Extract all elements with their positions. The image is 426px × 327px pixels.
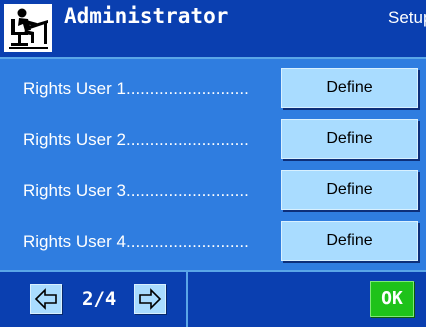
rights-user-4-label: Rights User 4 (23, 232, 126, 251)
rights-user-1-label: Rights User 1 (23, 79, 126, 98)
list-item: Rights User 4 ..........................… (0, 218, 426, 266)
list-item: Rights User 2 ..........................… (0, 116, 426, 164)
rights-user-3-label: Rights User 3 (23, 181, 126, 200)
define-user-3-button[interactable]: Define (281, 170, 418, 210)
administrator-icon-graphic (9, 8, 48, 49)
leader-dots: .......................... (126, 79, 249, 98)
leader-dots: .......................... (126, 232, 249, 251)
setup-screen: Administrator Setup Rights User 1 ......… (0, 0, 426, 327)
arrow-right-icon (139, 288, 162, 310)
list-item: Rights User 3 ..........................… (0, 167, 426, 215)
page-indicator: 2/4 (82, 288, 117, 310)
leader-dots: .......................... (126, 181, 249, 200)
page-title: Administrator (64, 4, 229, 28)
rights-user-2-label: Rights User 2 (23, 130, 126, 149)
header-bar: Administrator Setup (0, 0, 426, 57)
arrow-left-icon (34, 288, 57, 310)
define-user-2-button[interactable]: Define (281, 119, 418, 159)
footer-separator (186, 272, 188, 327)
administrator-icon (4, 4, 52, 52)
next-page-button[interactable] (134, 284, 166, 314)
footer-bar: 2/4 OK (0, 272, 426, 327)
list-item: Rights User 1 ..........................… (0, 65, 426, 113)
define-user-1-button[interactable]: Define (281, 68, 418, 108)
previous-page-button[interactable] (30, 284, 62, 314)
define-user-4-button[interactable]: Define (281, 221, 418, 261)
mode-label: Setup (388, 8, 426, 27)
leader-dots: .......................... (126, 130, 249, 149)
ok-button[interactable]: OK (370, 281, 414, 317)
rights-list: Rights User 1 ..........................… (0, 59, 426, 270)
